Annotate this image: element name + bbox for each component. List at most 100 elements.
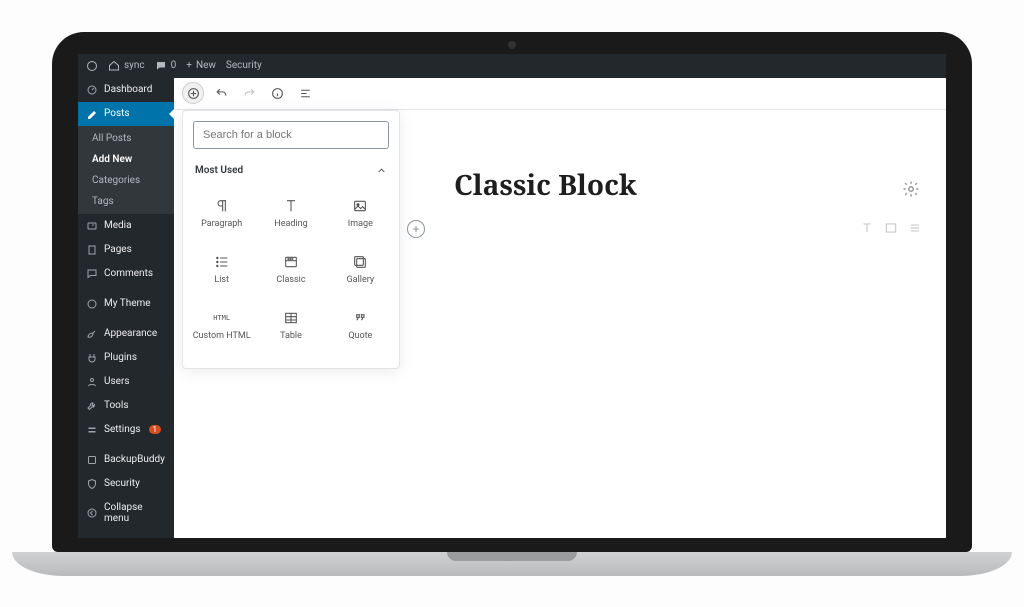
sidebar-sub-categories[interactable]: Categories [78, 170, 174, 191]
block-side-toolbar [860, 220, 922, 239]
block-label: Paragraph [201, 219, 242, 229]
text-tool-icon[interactable] [860, 220, 874, 239]
sidebar-sub-tags[interactable]: Tags [78, 191, 174, 212]
laptop-base [12, 552, 1012, 576]
sidebar-label: Media [104, 220, 132, 231]
block-paragraph[interactable]: Paragraph [187, 186, 256, 242]
security-label: Security [226, 60, 262, 71]
comment-count: 0 [171, 60, 177, 71]
block-label: Image [348, 219, 373, 229]
post-title[interactable]: Classic Block [454, 166, 637, 204]
block-label: Custom HTML [193, 331, 251, 341]
paragraph-icon [212, 198, 232, 214]
block-grid: Paragraph Heading Image List Classic Gal… [183, 180, 399, 368]
sidebar-sub-add-new[interactable]: Add New [78, 149, 174, 170]
wp-logo-icon[interactable] [86, 60, 98, 72]
site-link[interactable]: sync [108, 60, 145, 72]
classic-icon [281, 254, 301, 270]
editor-canvas[interactable]: Most Used Paragraph Heading Image List C… [174, 110, 946, 538]
sidebar-item-mytheme[interactable]: My Theme [78, 292, 174, 316]
block-settings-icon[interactable] [902, 180, 920, 198]
plus-icon: + [186, 60, 192, 71]
editor-toolbar [174, 78, 946, 110]
block-gallery[interactable]: Gallery [326, 242, 395, 298]
sidebar-item-backupbuddy[interactable]: BackupBuddy [78, 448, 174, 472]
sidebar-item-media[interactable]: Media [78, 214, 174, 238]
sidebar-item-comments[interactable]: Comments [78, 262, 174, 286]
block-label: Quote [348, 331, 372, 341]
block-label: Gallery [347, 275, 375, 285]
sidebar-label: Users [104, 376, 130, 387]
sidebar-label: Appearance [104, 328, 157, 339]
inline-inserter-button[interactable]: + [407, 220, 425, 238]
block-list[interactable]: List [187, 242, 256, 298]
redo-button[interactable] [238, 82, 260, 104]
camera-icon [508, 41, 516, 49]
sidebar-item-plugins[interactable]: Plugins [78, 346, 174, 370]
sidebar-label: Tools [104, 400, 128, 411]
block-label: Heading [274, 219, 307, 229]
sidebar-item-settings[interactable]: Settings 1 [78, 418, 174, 442]
sidebar-item-appearance[interactable]: Appearance [78, 322, 174, 346]
sidebar-label: Security [104, 478, 140, 489]
update-badge: 1 [149, 425, 162, 434]
sidebar-label: My Theme [104, 298, 151, 309]
comments-link[interactable]: 0 [155, 60, 177, 72]
block-classic[interactable]: Classic [256, 242, 325, 298]
laptop-lid: sync 0 + New Security Dashboard Posts All… [52, 32, 972, 552]
sidebar-item-dashboard[interactable]: Dashboard [78, 78, 174, 102]
quote-icon [350, 310, 370, 326]
new-link[interactable]: + New [186, 60, 216, 71]
block-label: List [214, 275, 229, 285]
security-link[interactable]: Security [226, 60, 262, 71]
sidebar-label: Dashboard [104, 84, 152, 95]
add-block-button[interactable] [182, 82, 204, 104]
block-inserter-popover: Most Used Paragraph Heading Image List C… [182, 110, 400, 369]
block-quote[interactable]: Quote [326, 298, 395, 354]
new-label: New [196, 60, 216, 71]
block-label: Table [280, 331, 302, 341]
sidebar-label: Plugins [104, 352, 137, 363]
admin-bar: sync 0 + New Security [78, 54, 946, 78]
outline-button[interactable] [294, 82, 316, 104]
image-icon [350, 198, 370, 214]
block-search [193, 121, 389, 149]
sidebar-collapse[interactable]: Collapse menu [78, 496, 174, 530]
sidebar-item-security[interactable]: Security [78, 472, 174, 496]
sidebar-label: Posts [104, 108, 130, 119]
image-tool-icon[interactable] [884, 220, 898, 239]
heading-icon [281, 198, 301, 214]
block-image[interactable]: Image [326, 186, 395, 242]
sidebar-label: BackupBuddy [104, 454, 165, 465]
panel-title: Most Used [195, 165, 243, 176]
html-icon: HTML [212, 310, 232, 326]
sidebar-item-posts[interactable]: Posts [78, 102, 174, 126]
undo-button[interactable] [210, 82, 232, 104]
info-button[interactable] [266, 82, 288, 104]
sidebar-sub-all-posts[interactable]: All Posts [78, 128, 174, 149]
chevron-up-icon [376, 165, 387, 176]
sidebar-submenu-posts: All Posts Add New Categories Tags [78, 126, 174, 214]
block-heading[interactable]: Heading [256, 186, 325, 242]
admin-sidebar: Dashboard Posts All Posts Add New Catego… [78, 78, 174, 538]
block-table[interactable]: Table [256, 298, 325, 354]
trackpad-notch [447, 552, 577, 561]
table-icon [281, 310, 301, 326]
block-label: Classic [276, 275, 305, 285]
laptop-frame: sync 0 + New Security Dashboard Posts All… [52, 32, 972, 576]
block-custom-html[interactable]: HTML Custom HTML [187, 298, 256, 354]
editor-main: Most Used Paragraph Heading Image List C… [174, 78, 946, 538]
sidebar-item-pages[interactable]: Pages [78, 238, 174, 262]
block-search-input[interactable] [193, 121, 389, 149]
sidebar-label: Settings [104, 424, 141, 435]
gallery-icon [350, 254, 370, 270]
sidebar-label: Comments [104, 268, 153, 279]
screen: sync 0 + New Security Dashboard Posts All… [78, 54, 946, 538]
list-icon [212, 254, 232, 270]
sidebar-item-users[interactable]: Users [78, 370, 174, 394]
inserter-panel-most-used[interactable]: Most Used [183, 155, 399, 180]
sidebar-item-tools[interactable]: Tools [78, 394, 174, 418]
site-name: sync [124, 60, 145, 71]
more-tool-icon[interactable] [908, 220, 922, 239]
sidebar-label: Collapse menu [104, 502, 166, 524]
